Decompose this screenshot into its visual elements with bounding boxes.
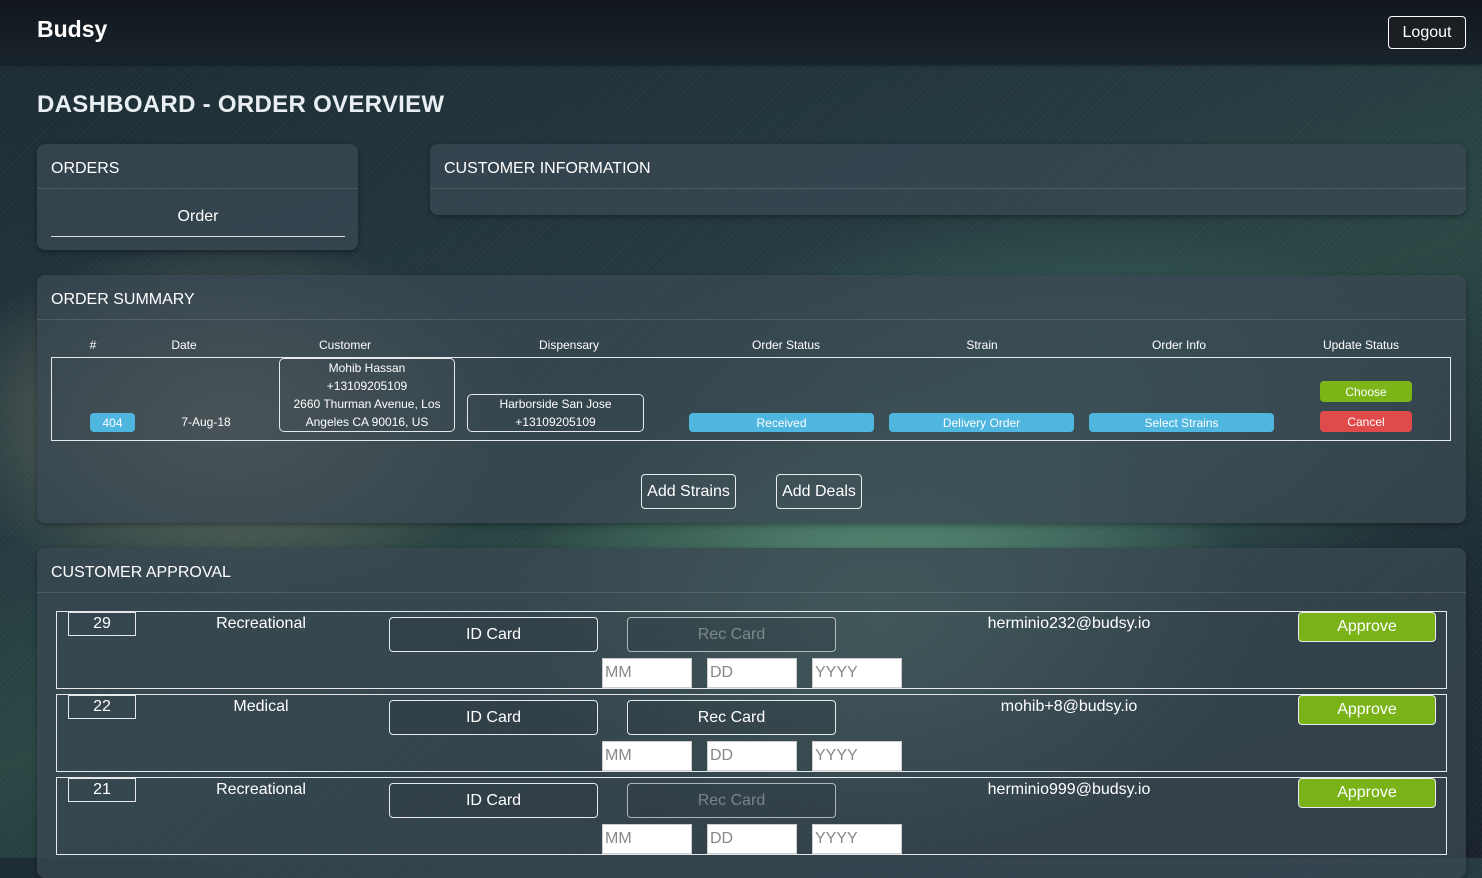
month-input[interactable]: MM — [602, 741, 692, 771]
dispensary-details-box[interactable]: Harborside San Jose +13109205109 — [467, 394, 644, 432]
add-deals-button[interactable]: Add Deals — [776, 474, 862, 509]
customer-address-line1: 2660 Thurman Avenue, Los — [293, 397, 441, 411]
rec-card-button[interactable]: Rec Card — [627, 700, 836, 735]
customer-email: mohib+8@budsy.io — [1000, 698, 1138, 715]
orders-panel: ORDERS Order — [37, 144, 358, 250]
column-header-strain: Strain — [966, 338, 998, 352]
divider — [37, 188, 358, 189]
order-tab[interactable]: Order — [51, 208, 345, 237]
customer-address-line2: Angeles CA 90016, US — [305, 415, 429, 429]
approve-button[interactable]: Approve — [1298, 695, 1436, 725]
month-input[interactable]: MM — [602, 658, 692, 688]
approval-row: 29 Recreational ID Card Rec Card MM DD Y… — [56, 611, 1447, 689]
customer-id: 22 — [68, 695, 136, 719]
customer-type: Medical — [233, 698, 289, 715]
approval-row: 21 Recreational ID Card Rec Card MM DD Y… — [56, 777, 1447, 855]
day-input[interactable]: DD — [707, 658, 797, 688]
id-card-button[interactable]: ID Card — [389, 783, 598, 818]
column-header-number: # — [89, 338, 97, 352]
day-input[interactable]: DD — [707, 741, 797, 771]
choose-button[interactable]: Choose — [1320, 381, 1412, 402]
order-summary-title: ORDER SUMMARY — [51, 291, 195, 308]
customer-id: 21 — [68, 778, 136, 802]
divider — [37, 592, 1466, 593]
order-date: 7-Aug-18 — [181, 415, 231, 429]
year-input[interactable]: YYYY — [812, 824, 902, 854]
customer-type: Recreational — [216, 615, 306, 632]
strain-badge[interactable]: Delivery Order — [889, 413, 1074, 432]
customer-type: Recreational — [216, 781, 306, 798]
customer-email: herminio232@budsy.io — [987, 615, 1151, 632]
dispensary-name: Harborside San Jose — [499, 397, 612, 411]
cancel-button[interactable]: Cancel — [1320, 411, 1412, 432]
rec-card-button[interactable]: Rec Card — [627, 783, 836, 818]
divider — [37, 319, 1466, 320]
column-header-dispensary: Dispensary — [538, 338, 600, 352]
customer-name: Mohib Hassan — [328, 361, 406, 375]
column-header-update-status: Update Status — [1322, 338, 1400, 352]
order-status-badge[interactable]: Received — [689, 413, 874, 432]
orders-panel-title: ORDERS — [51, 160, 120, 177]
column-header-order-info: Order Info — [1151, 338, 1207, 352]
column-header-date: Date — [171, 338, 197, 352]
id-card-button[interactable]: ID Card — [389, 617, 598, 652]
dispensary-phone: +13109205109 — [515, 415, 596, 429]
year-input[interactable]: YYYY — [812, 658, 902, 688]
customer-id: 29 — [68, 612, 136, 636]
day-input[interactable]: DD — [707, 824, 797, 854]
customer-information-title: CUSTOMER INFORMATION — [444, 160, 651, 177]
select-strains-button[interactable]: Select Strains — [1089, 413, 1274, 432]
rec-card-button[interactable]: Rec Card — [627, 617, 836, 652]
divider — [430, 188, 1466, 189]
top-navbar: Budsy Logout — [0, 0, 1482, 64]
approval-row: 22 Medical ID Card Rec Card MM DD YYYY m… — [56, 694, 1447, 772]
customer-phone: +13109205109 — [326, 379, 408, 393]
column-header-customer: Customer — [318, 338, 372, 352]
month-input[interactable]: MM — [602, 824, 692, 854]
order-id-badge[interactable]: 404 — [90, 413, 135, 432]
customer-information-panel: CUSTOMER INFORMATION — [430, 144, 1466, 215]
column-header-order-status: Order Status — [751, 338, 821, 352]
add-strains-button[interactable]: Add Strains — [641, 474, 736, 509]
approve-button[interactable]: Approve — [1298, 778, 1436, 808]
id-card-button[interactable]: ID Card — [389, 700, 598, 735]
year-input[interactable]: YYYY — [812, 741, 902, 771]
logout-button[interactable]: Logout — [1388, 16, 1466, 49]
customer-email: herminio999@budsy.io — [987, 781, 1151, 798]
brand-logo[interactable]: Budsy — [37, 16, 107, 43]
page-title: DASHBOARD - ORDER OVERVIEW — [37, 91, 445, 118]
approve-button[interactable]: Approve — [1298, 612, 1436, 642]
customer-approval-title: CUSTOMER APPROVAL — [51, 564, 231, 581]
customer-details-box[interactable]: Mohib Hassan +13109205109 2660 Thurman A… — [279, 358, 455, 432]
